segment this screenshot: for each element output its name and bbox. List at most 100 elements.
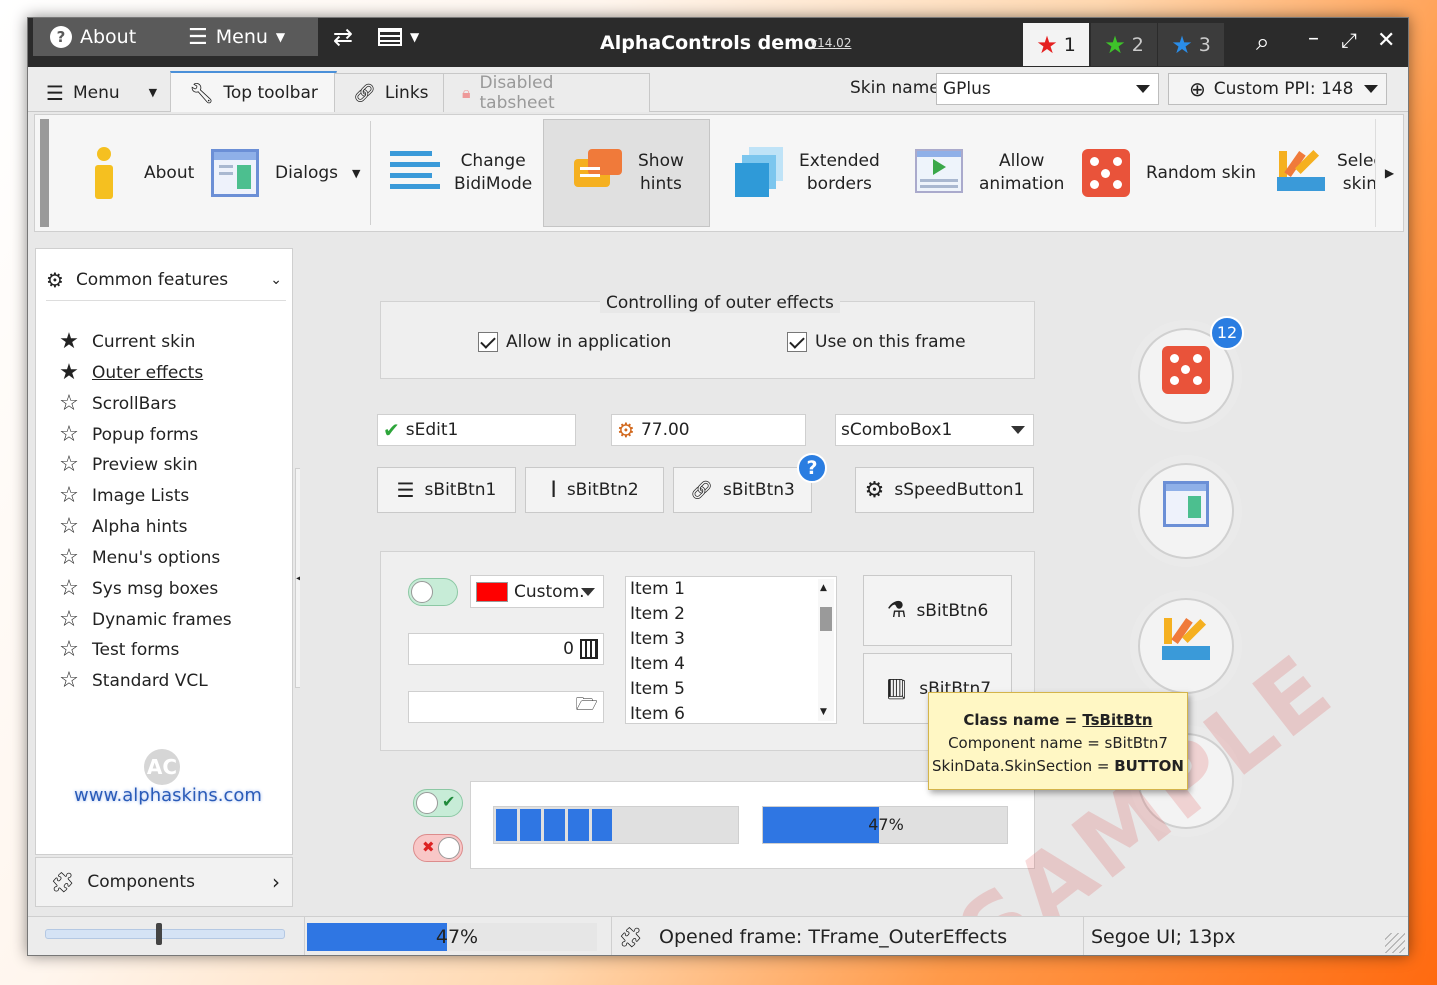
sidebar-item-image-lists[interactable]: ☆ Image Lists bbox=[58, 483, 190, 508]
sidebar-item-preview-skin[interactable]: ☆ Preview skin bbox=[58, 454, 198, 476]
list-item[interactable]: Item 5 bbox=[626, 677, 836, 702]
toolbar-grip[interactable] bbox=[40, 119, 49, 227]
sliders-icon: ☰ bbox=[396, 478, 415, 502]
star-tab-3[interactable]: ★ 3 bbox=[1158, 23, 1224, 66]
checkbox-box bbox=[787, 332, 807, 352]
toolbar-select-skin-button[interactable]: Selec skin bbox=[1277, 119, 1375, 227]
check-icon: ✔ bbox=[442, 792, 456, 811]
features-header[interactable]: ⚙ Common features ⌄ bbox=[46, 259, 286, 301]
sidebar-item-label: Test forms bbox=[92, 640, 180, 660]
scroll-down-icon[interactable]: ▼ bbox=[820, 707, 827, 717]
listbox-scrollbar[interactable]: ▲ ▼ bbox=[818, 579, 834, 721]
sedit1-field[interactable]: ✔ sEdit1 bbox=[377, 414, 576, 446]
toggle-switch-on[interactable]: ✔ bbox=[413, 789, 463, 817]
sidebar-item-standard-vcl[interactable]: ☆ Standard VCL bbox=[58, 670, 208, 692]
sidebar-item-label: Standard VCL bbox=[92, 671, 208, 691]
search-icon[interactable]: ⌕ bbox=[1256, 28, 1269, 56]
sspeedbutton1[interactable]: ⚙ sSpeedButton1 bbox=[855, 467, 1034, 513]
tab-links[interactable]: 🔗︎ Links bbox=[334, 73, 448, 112]
scombobox1[interactable]: sComboBox1 bbox=[835, 414, 1034, 446]
numeric-field[interactable]: ⚙ 77.00 bbox=[611, 414, 806, 446]
sedit1-value: sEdit1 bbox=[405, 420, 459, 440]
scroll-up-icon[interactable]: ▲ bbox=[820, 583, 827, 593]
sbitbtn1[interactable]: ☰ sBitBtn1 bbox=[377, 467, 516, 513]
toolbar-random-label: Random skin bbox=[1146, 162, 1256, 183]
close-icon[interactable]: ✕ bbox=[1377, 28, 1395, 53]
about-menu-button[interactable]: ? About bbox=[50, 24, 136, 50]
sbitbtn2[interactable]: IsBitBtn2 bbox=[525, 467, 664, 513]
checkbox-box bbox=[478, 332, 498, 352]
sbitbtn3[interactable]: 🔗︎ sBitBtn3 bbox=[673, 467, 812, 513]
sidebar-item-scrollbars[interactable]: ☆ ScrollBars bbox=[58, 393, 176, 415]
toolbar-bidimode-button[interactable]: Change BidiMode bbox=[390, 119, 532, 227]
star-filled-icon: ★ bbox=[59, 329, 79, 354]
toggle-switch-off[interactable]: ✖ bbox=[413, 834, 463, 862]
sidebar-item-outer-effects[interactable]: ★ Outer effects bbox=[58, 362, 203, 384]
select-skin-round-button[interactable] bbox=[1138, 598, 1234, 694]
star-outline-icon: ☆ bbox=[59, 483, 79, 508]
directory-edit[interactable]: 🗁 bbox=[408, 691, 604, 723]
allow-in-app-checkbox[interactable]: Allow in application bbox=[478, 332, 671, 352]
minimize-icon[interactable]: – bbox=[1308, 26, 1319, 51]
sidebar-item-alpha-hints[interactable]: ☆ Alpha hints bbox=[58, 516, 187, 538]
toolbar-dialogs-button[interactable]: Dialogs ▼ bbox=[211, 119, 360, 227]
star-tab-1[interactable]: ★ 1 bbox=[1023, 23, 1089, 66]
tab-menu[interactable]: ☰ Menu ▼ bbox=[28, 73, 175, 112]
toolbar-extended-borders-button[interactable]: Extended borders bbox=[735, 119, 880, 227]
help-badge-icon[interactable]: ? bbox=[797, 453, 827, 483]
use-on-frame-checkbox[interactable]: Use on this frame bbox=[787, 332, 966, 352]
alphaskins-link[interactable]: www.alphaskins.com bbox=[74, 785, 262, 806]
toolbar-allow-animation-button[interactable]: Allow animation bbox=[915, 119, 1064, 227]
list-item[interactable]: Item 6 bbox=[626, 702, 836, 727]
maximize-icon[interactable]: ⤢ bbox=[1341, 28, 1357, 52]
toolbar-about-button[interactable]: About bbox=[80, 119, 194, 227]
sbitbtn6[interactable]: ⚗ sBitBtn6 bbox=[863, 575, 1012, 646]
tab-label: Menu bbox=[72, 82, 120, 103]
list-item[interactable]: Item 3 bbox=[626, 627, 836, 652]
toolbar-random-skin-button[interactable]: Random skin bbox=[1082, 119, 1256, 227]
top-toolbar: About Dialogs ▼ Change BidiMode Show hints… bbox=[34, 114, 1404, 232]
sidebar-item-label: Image Lists bbox=[92, 486, 190, 506]
sidebar-item-test-forms[interactable]: ☆ Test forms bbox=[58, 637, 180, 662]
version-link[interactable]: v14.02 bbox=[810, 36, 851, 50]
components-header[interactable]: 🧩︎ Components › bbox=[35, 857, 293, 907]
toggle-knob bbox=[416, 792, 438, 814]
puzzle-icon: 🧩︎ bbox=[50, 870, 76, 894]
color-combo[interactable]: Custom. bbox=[470, 575, 604, 608]
segmented-progress-bar bbox=[493, 806, 739, 844]
screen-list-button[interactable]: ▼ bbox=[378, 24, 419, 50]
calc-edit[interactable]: 0 bbox=[408, 633, 604, 665]
sidebar-item-sys-msg-boxes[interactable]: ☆ Sys msg boxes bbox=[58, 578, 219, 600]
align-lines-icon bbox=[390, 145, 440, 201]
star-outline-icon: ☆ bbox=[59, 637, 79, 662]
sidebar-item-popup-forms[interactable]: ☆ Popup forms bbox=[58, 424, 198, 446]
list-item[interactable]: Item 2 bbox=[626, 602, 836, 627]
trackbar-thumb[interactable] bbox=[156, 923, 162, 945]
sidebar-item-current-skin[interactable]: ★ Current skin bbox=[58, 329, 195, 354]
scrollbar-thumb[interactable] bbox=[820, 607, 832, 631]
swap-icon[interactable]: ⇄ bbox=[333, 23, 353, 51]
dialogs-round-button[interactable] bbox=[1138, 463, 1234, 559]
sidebar-item-menus-options[interactable]: ☆ Menu's options bbox=[58, 547, 220, 569]
list-item[interactable]: Item 4 bbox=[626, 652, 836, 677]
gear-icon: ⚙ bbox=[864, 477, 885, 503]
trackbar[interactable] bbox=[45, 923, 285, 945]
menu-button[interactable]: ☰ Menu ▼ bbox=[188, 24, 285, 50]
tab-top-toolbar[interactable]: 🔧︎ Top toolbar bbox=[170, 71, 337, 112]
wrench-icon: 🔧︎ bbox=[189, 80, 215, 105]
star-tab-label: 3 bbox=[1198, 33, 1211, 56]
sidebar-item-dynamic-frames[interactable]: ☆ Dynamic frames bbox=[58, 609, 232, 631]
list-item[interactable]: Item 1 bbox=[626, 577, 836, 602]
ppi-combo[interactable]: ⊕ Custom PPI: 148 bbox=[1168, 73, 1387, 105]
star-tab-2[interactable]: ★ 2 bbox=[1091, 23, 1157, 66]
skin-name-value: GPlus bbox=[943, 79, 991, 99]
toolbar-show-hints-button[interactable]: Show hints bbox=[543, 119, 710, 227]
sidebar-item-label: Sys msg boxes bbox=[92, 579, 219, 599]
toolbar-scroll-right-button[interactable]: ▶ bbox=[1375, 119, 1403, 227]
toggle-switch-1[interactable] bbox=[408, 578, 458, 606]
status-font-info: Segoe UI; 13px bbox=[1091, 926, 1236, 948]
skin-name-combo[interactable]: GPlus bbox=[936, 73, 1159, 105]
item-listbox[interactable]: Item 1 Item 2 Item 3 Item 4 Item 5 Item … bbox=[625, 576, 837, 724]
resize-grip-icon[interactable] bbox=[1385, 933, 1405, 953]
sidebar-item-label: Dynamic frames bbox=[92, 610, 232, 630]
